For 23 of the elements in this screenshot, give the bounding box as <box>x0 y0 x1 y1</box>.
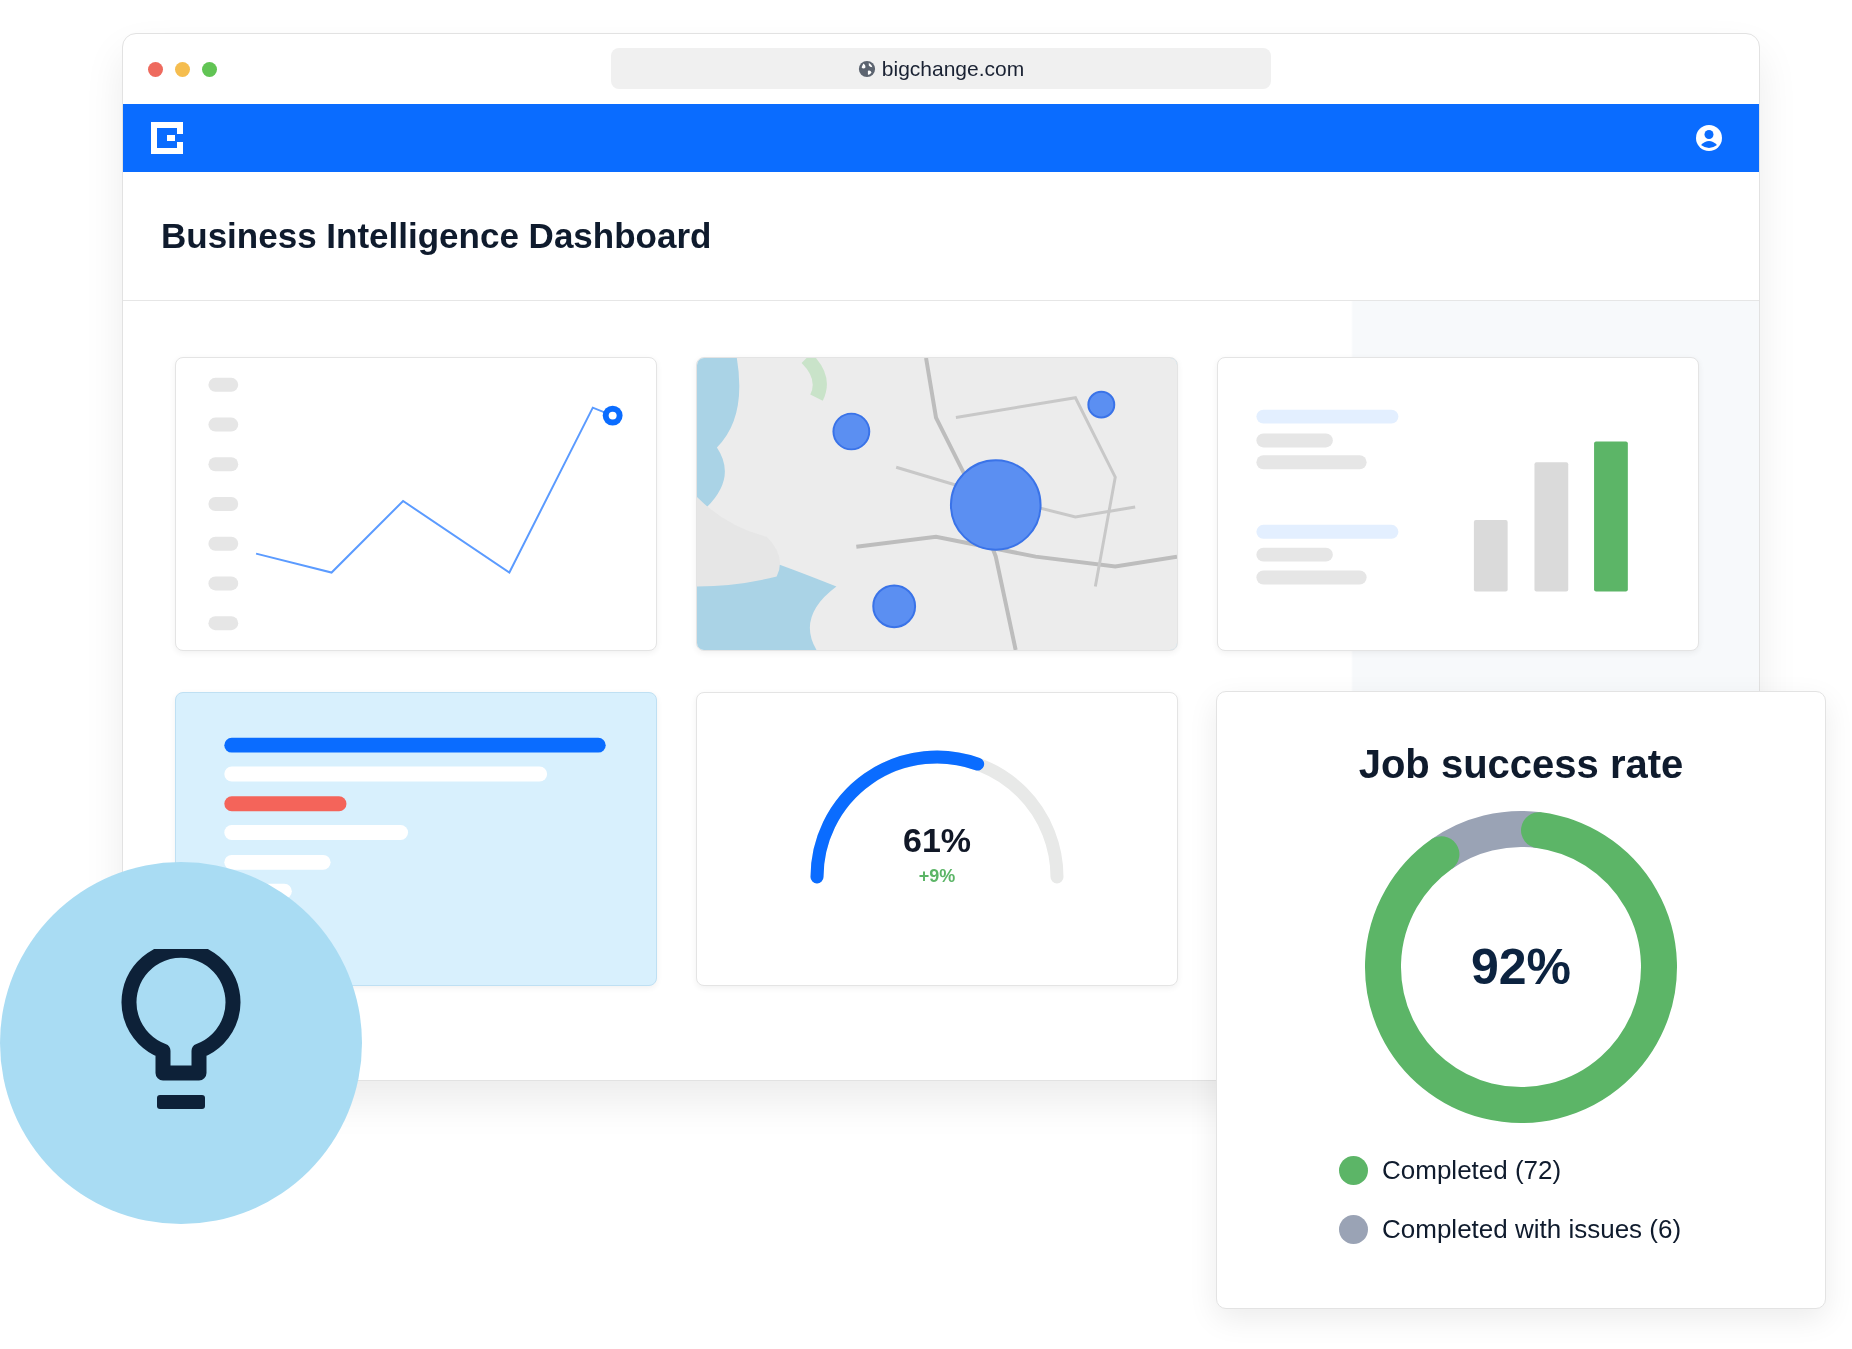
user-account-icon[interactable] <box>1695 124 1723 152</box>
card-title: Job success rate <box>1358 742 1684 787</box>
page-title: Business Intelligence Dashboard <box>161 216 712 256</box>
placeholder-bar <box>208 377 239 392</box>
placeholder-bar <box>208 536 239 551</box>
address-bar[interactable]: bigchange.com <box>611 48 1271 89</box>
legend-label: Completed with issues (6) <box>1382 1214 1682 1245</box>
gauge-change: +9% <box>918 866 956 887</box>
placeholder-bar <box>208 457 239 472</box>
data-point-marker <box>602 405 623 426</box>
gauge-value: 61% <box>902 821 972 860</box>
placeholder-bar <box>208 616 239 631</box>
url-text: bigchange.com <box>881 56 1025 81</box>
minimize-dot[interactable] <box>175 61 190 77</box>
logo-icon <box>151 122 183 154</box>
placeholder-bar <box>208 497 239 511</box>
legend-label: Completed (72) <box>1382 1155 1562 1186</box>
donut-center-value: 92% <box>1470 938 1572 996</box>
maximize-dot[interactable] <box>202 61 217 77</box>
close-dot[interactable] <box>148 61 163 77</box>
placeholder-bar <box>208 417 239 432</box>
placeholder-bar <box>208 576 239 591</box>
globe-icon <box>857 59 876 78</box>
